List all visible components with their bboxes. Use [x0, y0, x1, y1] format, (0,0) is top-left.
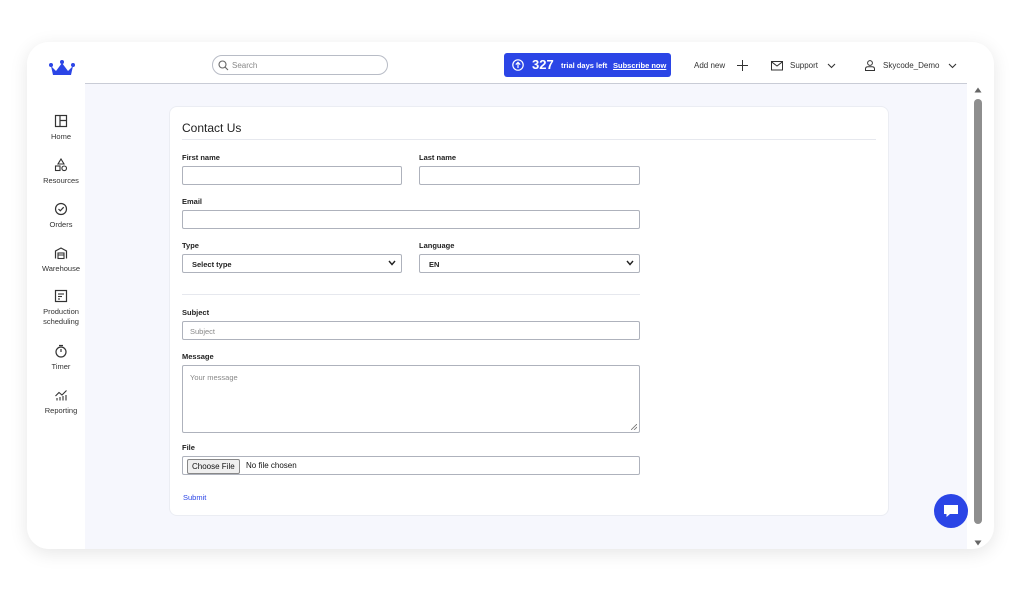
choose-file-button[interactable]: Choose File [187, 459, 240, 474]
subject-input[interactable]: Subject [182, 321, 640, 340]
file-label: File [182, 443, 195, 452]
subscribe-link[interactable]: Subscribe now [613, 61, 666, 70]
warehouse-icon [54, 247, 68, 260]
reporting-icon [55, 390, 67, 401]
production-icon [54, 289, 68, 303]
chat-icon [944, 505, 958, 517]
user-icon [865, 60, 875, 71]
type-label: Type [182, 241, 199, 250]
file-status: No file chosen [246, 461, 297, 470]
section-divider [182, 294, 640, 295]
resources-icon [54, 158, 68, 172]
trial-days-text: trial days left [561, 61, 608, 70]
sidebar-item-label: Timer [51, 362, 71, 371]
main-content: Contact Us First name Last name Email Ty… [85, 84, 967, 549]
trial-days-count: 327 [532, 57, 554, 72]
language-label: Language [419, 241, 455, 250]
email-label: Email [182, 197, 203, 206]
email-input[interactable] [182, 210, 640, 229]
timer-icon [55, 344, 67, 358]
first-name-label: First name [182, 153, 220, 162]
last-name-label: Last name [419, 153, 457, 162]
arrow-up-circle-icon [512, 59, 524, 71]
chevron-down-icon [948, 63, 957, 69]
first-name-input[interactable] [182, 166, 402, 185]
home-icon [54, 114, 68, 128]
search-input[interactable]: Search [212, 55, 388, 75]
add-new-button[interactable]: Add new [694, 60, 748, 71]
sidebar-item-label: Warehouse [41, 264, 81, 273]
user-name: Skycode_Demo [883, 61, 940, 70]
mail-icon [771, 61, 783, 71]
trial-banner: 327 trial days left Subscribe now [504, 53, 671, 77]
chat-button[interactable] [934, 494, 968, 528]
message-label: Message [182, 352, 214, 361]
plus-icon [737, 60, 748, 71]
top-bar: Search 327 trial days left Subscribe now… [85, 42, 967, 84]
search-icon [218, 60, 229, 71]
orders-icon [54, 202, 68, 216]
sidebar-item-label: Home [50, 132, 71, 141]
scroll-down-arrow-icon[interactable] [974, 540, 982, 546]
resize-handle-icon[interactable] [631, 424, 637, 430]
logo-icon[interactable] [49, 60, 75, 78]
sidebar-item-label: Resources [43, 176, 79, 185]
contact-form-card: Contact Us First name Last name Email Ty… [169, 106, 889, 516]
scroll-up-arrow-icon[interactable] [974, 87, 982, 93]
language-select[interactable]: EN [419, 254, 640, 273]
message-textarea[interactable]: Your message [182, 365, 640, 433]
sidebar-item-label: Orders [49, 220, 73, 229]
sidebar-item-label: Reporting [44, 406, 78, 415]
page-title: Contact Us [182, 121, 242, 135]
type-select[interactable]: Select type [182, 254, 402, 273]
sidebar-item-label: Production scheduling [43, 307, 79, 326]
chevron-down-icon [827, 63, 836, 69]
divider [182, 139, 876, 140]
sidebar: Home Resources Orders Warehouse Producti… [27, 42, 85, 549]
chevron-down-icon [626, 260, 634, 266]
submit-button[interactable]: Submit [183, 493, 206, 502]
chevron-down-icon [388, 260, 396, 266]
subject-label: Subject [182, 308, 210, 317]
scrollbar-thumb[interactable] [974, 99, 982, 524]
last-name-input[interactable] [419, 166, 640, 185]
file-input[interactable]: Choose File No file chosen [182, 456, 640, 475]
app-window: Home Resources Orders Warehouse Producti… [27, 42, 994, 549]
